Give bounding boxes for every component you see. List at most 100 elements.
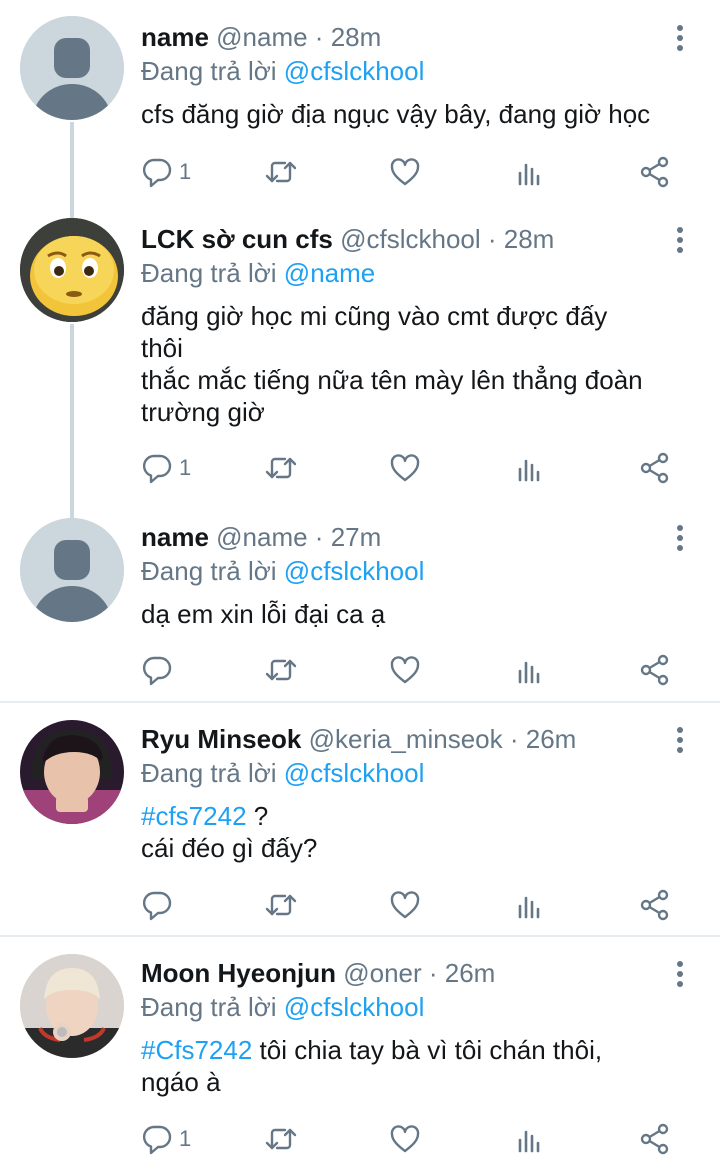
like-button[interactable] (389, 152, 421, 192)
share-icon (639, 452, 671, 484)
retweet-icon (265, 889, 297, 921)
display-name[interactable]: Ryu Minseok (141, 724, 301, 754)
avatar[interactable] (20, 218, 124, 322)
share-button[interactable] (639, 885, 671, 925)
share-button[interactable] (639, 1119, 671, 1159)
avatar[interactable] (20, 518, 124, 622)
tweet-2[interactable]: LCK sờ cun cfs @cfslckhool · 28m Đang tr… (0, 200, 720, 518)
reply-count: 1 (179, 1126, 192, 1151)
reply-button[interactable]: 1 (141, 1119, 191, 1159)
analytics-button[interactable] (515, 448, 547, 488)
reply-prefix: Đang trả lời (141, 556, 277, 586)
heart-icon (389, 654, 421, 686)
display-name[interactable]: name (141, 522, 209, 552)
replying-to: Đang trả lời @cfslckhool (141, 556, 424, 587)
retweet-icon (265, 156, 297, 188)
tweet-text-line: trường giờ (141, 397, 265, 427)
more-vertical-icon[interactable] (670, 22, 690, 52)
share-button[interactable] (639, 152, 671, 192)
heart-icon (389, 452, 421, 484)
reply-mention-link[interactable]: @cfslckhool (284, 758, 425, 788)
analytics-button[interactable] (515, 1119, 547, 1159)
tweet-text: dạ em xin lỗi đại ca ạ (141, 598, 692, 630)
hashtag-link[interactable]: #Cfs7242 (141, 1035, 252, 1065)
tweet-text-line: cfs đăng giờ địa ngục vậy bây, đang giờ … (141, 99, 651, 129)
reply-mention-link[interactable]: @cfslckhool (284, 56, 425, 86)
handle-time: @cfslckhool · 28m (340, 224, 555, 254)
avatar[interactable] (20, 954, 124, 1058)
tweet-text-line: #cfs7242 ? (141, 800, 692, 832)
reply-prefix: Đang trả lời (141, 758, 277, 788)
tweet-header: LCK sờ cun cfs @cfslckhool · 28m (141, 224, 660, 255)
heart-icon (389, 1123, 421, 1155)
tweet-text-line: thắc mắc tiếng nữa tên mày lên thẳng đoà… (141, 365, 643, 395)
tweet-5[interactable]: Moon Hyeonjun @oner · 26m Đang trả lời @… (0, 937, 720, 1168)
tweet-text-line: đăng giờ học mi cũng vào cmt được đấy (141, 301, 608, 331)
reply-prefix: Đang trả lời (141, 56, 277, 86)
tweet-4[interactable]: Ryu Minseok @keria_minseok · 26m Đang tr… (0, 703, 720, 935)
replying-to: Đang trả lời @cfslckhool (141, 758, 424, 789)
like-button[interactable] (389, 650, 421, 690)
analytics-button[interactable] (515, 650, 547, 690)
tweet-actions: 1 (141, 448, 681, 488)
retweet-button[interactable] (265, 152, 297, 192)
tweet-text-line: thôi (141, 333, 183, 363)
reply-button[interactable]: 1 (141, 152, 191, 192)
reply-mention-link[interactable]: @cfslckhool (284, 992, 425, 1022)
default-avatar-icon (20, 16, 124, 120)
tweet-3[interactable]: name @name · 27m Đang trả lời @cfslckhoo… (0, 500, 720, 700)
display-name[interactable]: LCK sờ cun cfs (141, 224, 333, 254)
reply-button[interactable] (141, 885, 179, 925)
hashtag-link[interactable]: #cfs7242 (141, 801, 247, 831)
avatar[interactable] (20, 720, 124, 824)
retweet-button[interactable] (265, 885, 297, 925)
tweet-header: name @name · 28m (141, 22, 660, 53)
like-button[interactable] (389, 448, 421, 488)
like-button[interactable] (389, 1119, 421, 1159)
share-icon (639, 889, 671, 921)
heart-icon (389, 156, 421, 188)
reply-count: 1 (179, 455, 192, 480)
reply-button[interactable] (141, 650, 179, 690)
tweet-text: cfs đăng giờ địa ngục vậy bây, đang giờ … (141, 98, 692, 130)
default-avatar-icon (20, 518, 124, 622)
analytics-icon (515, 156, 547, 188)
reply-icon (141, 1123, 173, 1155)
display-name[interactable]: Moon Hyeonjun (141, 958, 336, 988)
tweet-text: đăng giờ học mi cũng vào cmt được đấy th… (141, 300, 692, 428)
tweet-1[interactable]: name @name · 28m Đang trả lời @cfslckhoo… (0, 0, 720, 218)
analytics-button[interactable] (515, 152, 547, 192)
tweet-text-line: dạ em xin lỗi đại ca ạ (141, 599, 386, 629)
reply-icon (141, 889, 173, 921)
thread-line (70, 324, 74, 518)
tweet-header: Ryu Minseok @keria_minseok · 26m (141, 724, 660, 755)
tweet-actions: 1 (141, 152, 681, 192)
share-button[interactable] (639, 650, 671, 690)
reply-mention-link[interactable]: @name (284, 258, 375, 288)
replying-to: Đang trả lời @name (141, 258, 375, 289)
share-icon (639, 654, 671, 686)
retweet-button[interactable] (265, 1119, 297, 1159)
share-button[interactable] (639, 448, 671, 488)
profile-photo-image (20, 954, 124, 1058)
avatar[interactable] (20, 16, 124, 120)
analytics-button[interactable] (515, 885, 547, 925)
analytics-icon (515, 452, 547, 484)
reply-button[interactable]: 1 (141, 448, 191, 488)
more-vertical-icon[interactable] (670, 224, 690, 254)
handle-time: @name · 27m (216, 522, 382, 552)
retweet-icon (265, 452, 297, 484)
handle-time: @keria_minseok · 26m (308, 724, 577, 754)
tweet-text-line: #Cfs7242 tôi chia tay bà vì tôi chán thô… (141, 1034, 692, 1066)
display-name[interactable]: name (141, 22, 209, 52)
more-vertical-icon[interactable] (670, 724, 690, 754)
retweet-icon (265, 1123, 297, 1155)
retweet-button[interactable] (265, 448, 297, 488)
reply-mention-link[interactable]: @cfslckhool (284, 556, 425, 586)
like-button[interactable] (389, 885, 421, 925)
reply-count: 1 (179, 159, 192, 184)
more-vertical-icon[interactable] (670, 958, 690, 988)
more-vertical-icon[interactable] (670, 522, 690, 552)
reply-prefix: Đang trả lời (141, 258, 277, 288)
retweet-button[interactable] (265, 650, 297, 690)
